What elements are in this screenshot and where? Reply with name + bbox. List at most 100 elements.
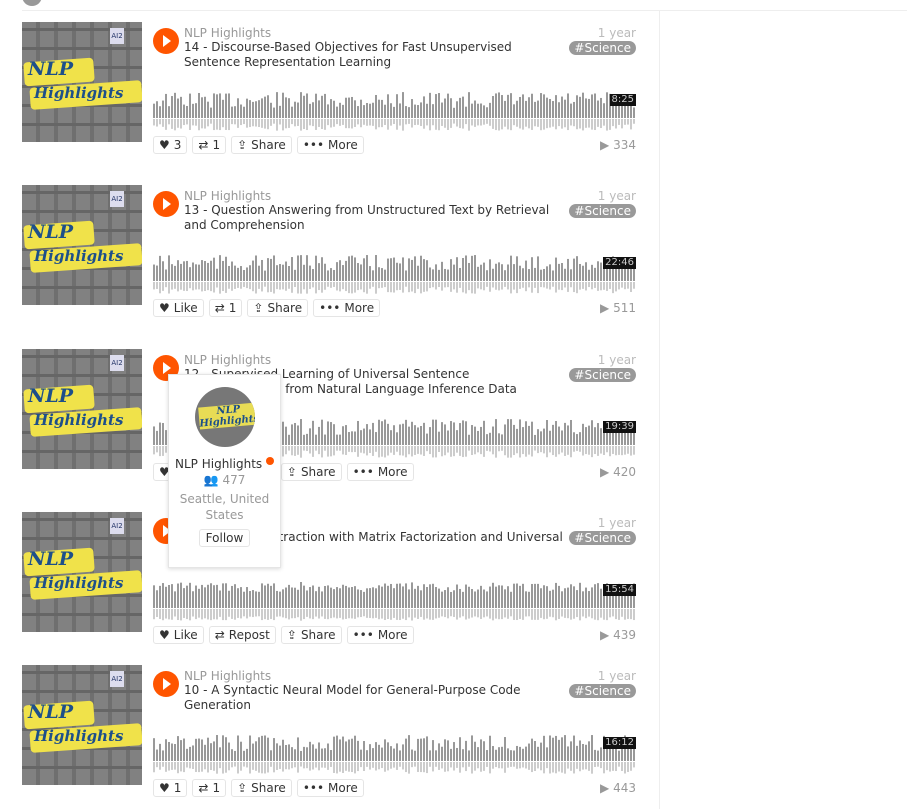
user-name[interactable]: NLP Highlights — [175, 457, 262, 471]
share-button[interactable]: ⇪ Share — [231, 136, 292, 154]
share-icon: ⇪ — [286, 628, 297, 642]
waveform[interactable] — [153, 574, 636, 622]
share-button[interactable]: ⇪ Share — [231, 779, 292, 797]
artwork-badge: AI2 — [110, 518, 124, 534]
track-title[interactable]: 10 - A Syntactic Neural Model for Genera… — [184, 683, 564, 713]
track-item: AI2 NLP Highlights NLP Highlights 12 - Su… — [22, 349, 636, 481]
more-label: More — [377, 628, 408, 642]
artwork-text: Highlights — [34, 574, 124, 592]
more-button[interactable]: ••• More — [296, 136, 364, 154]
more-button[interactable]: ••• More — [296, 779, 364, 797]
followers-icon: 👥 — [203, 473, 219, 487]
share-button[interactable]: ⇪ Share — [280, 463, 342, 481]
artwork-text: Highlights — [34, 411, 124, 429]
like-button[interactable]: ♥Like — [153, 626, 204, 644]
track-title[interactable]: 13 - Question Answering from Unstructure… — [184, 203, 564, 233]
genre-tag[interactable]: #Science — [569, 531, 636, 545]
share-label: Share — [300, 465, 336, 479]
play-count-value: 420 — [613, 465, 636, 479]
artwork-text: Highlights — [34, 727, 124, 745]
track-item: AI2 NLP Highlights NLP Highlights 10 - A … — [22, 665, 636, 797]
more-label: More — [377, 465, 408, 479]
play-count: ▶ 334 — [600, 138, 636, 152]
repost-button[interactable]: ⇄Repost — [208, 626, 276, 644]
track-artwork[interactable]: AI2 NLP Highlights — [22, 22, 142, 142]
track-artwork[interactable]: AI2 NLP Highlights — [22, 185, 142, 305]
repost-icon: ⇄ — [198, 781, 209, 795]
repost-button[interactable]: ⇄ 1 — [192, 136, 227, 154]
avatar-partial — [22, 0, 42, 6]
share-icon: ⇪ — [286, 465, 297, 479]
divider — [22, 10, 907, 11]
track-item: AI2 NLPHighlights NLP Highlights 11 - Re… — [22, 512, 636, 644]
play-button[interactable] — [153, 28, 179, 54]
like-button[interactable]: ♥ 1 — [153, 779, 188, 797]
heart-icon: ♥ — [159, 301, 170, 315]
heart-icon: ♥ — [159, 781, 170, 795]
play-count: ▶ 511 — [600, 301, 636, 315]
follow-button[interactable]: Follow — [198, 529, 251, 547]
track-age: 1 year — [597, 189, 636, 203]
repost-icon: ⇄ — [214, 301, 225, 315]
track-age: 1 year — [597, 669, 636, 683]
followers-count: 477 — [222, 473, 246, 487]
more-icon: ••• — [319, 301, 341, 315]
pro-badge-icon — [265, 457, 274, 465]
play-button[interactable] — [153, 671, 179, 697]
genre-tag[interactable]: #Science — [569, 368, 636, 382]
track-duration: 16:12 — [603, 737, 636, 749]
track-duration: 22:46 — [603, 257, 636, 269]
play-count-value: 443 — [613, 781, 636, 795]
avatar-logo: NLP Highlights — [197, 402, 255, 430]
play-count: ▶ 420 — [600, 465, 636, 479]
more-label: More — [328, 781, 358, 795]
like-button[interactable]: ♥ 3 — [153, 136, 188, 154]
genre-tag[interactable]: #Science — [569, 41, 636, 55]
repost-button[interactable]: ⇄ 1 — [192, 779, 227, 797]
artwork-text: NLP — [28, 548, 74, 570]
track-user[interactable]: NLP Highlights — [184, 26, 271, 40]
share-button[interactable]: ⇪ Share — [280, 626, 342, 644]
like-label: 1 — [173, 781, 182, 795]
play-count-icon: ▶ — [600, 781, 610, 795]
share-icon: ⇪ — [253, 301, 264, 315]
genre-tag[interactable]: #Science — [569, 684, 636, 698]
share-label: Share — [251, 781, 286, 795]
track-artwork[interactable]: AI2 NLP Highlights — [22, 512, 142, 632]
play-button[interactable] — [153, 191, 179, 217]
play-count-icon: ▶ — [600, 301, 610, 315]
share-button[interactable]: ⇪ Share — [247, 299, 309, 317]
more-button[interactable]: ••• More — [346, 463, 414, 481]
waveform[interactable] — [153, 247, 636, 295]
track-user[interactable]: NLP Highlights — [184, 353, 271, 367]
waveform[interactable] — [153, 84, 636, 132]
track-item: AI2 NLP Highlights NLP Highlights 13 - Qu… — [22, 185, 636, 317]
repost-button[interactable]: ⇄ 1 — [208, 299, 243, 317]
user-avatar[interactable]: NLP Highlights — [194, 387, 255, 447]
heart-icon: ♥ — [159, 138, 170, 152]
user-location: Seattle, United States — [179, 492, 270, 522]
share-icon: ⇪ — [237, 138, 248, 152]
more-label: More — [344, 301, 375, 315]
heart-icon: ♥ — [159, 628, 170, 642]
like-button[interactable]: ♥Like — [153, 299, 204, 317]
repost-icon: ⇄ — [214, 628, 225, 642]
play-count: ▶ 439 — [600, 628, 636, 642]
more-button[interactable]: ••• More — [313, 299, 381, 317]
more-button[interactable]: ••• More — [346, 626, 414, 644]
more-icon: ••• — [352, 628, 374, 642]
track-title[interactable]: 14 - Discourse-Based Objectives for Fast… — [184, 40, 564, 70]
play-count-value: 334 — [613, 138, 636, 152]
track-artwork[interactable]: AI2 NLP Highlights — [22, 349, 142, 469]
like-label: 3 — [173, 138, 182, 152]
waveform[interactable] — [153, 727, 636, 775]
track-artwork[interactable]: AI2 NLP Highlights — [22, 665, 142, 785]
artwork-text: NLP — [28, 701, 74, 723]
genre-tag[interactable]: #Science — [569, 204, 636, 218]
track-user[interactable]: NLP Highlights — [184, 669, 271, 683]
artwork-text: Highlights — [34, 84, 124, 102]
share-label: Share — [251, 138, 286, 152]
share-label: Share — [267, 301, 303, 315]
track-user[interactable]: NLP Highlights — [184, 189, 271, 203]
repost-label: 1 — [228, 301, 237, 315]
